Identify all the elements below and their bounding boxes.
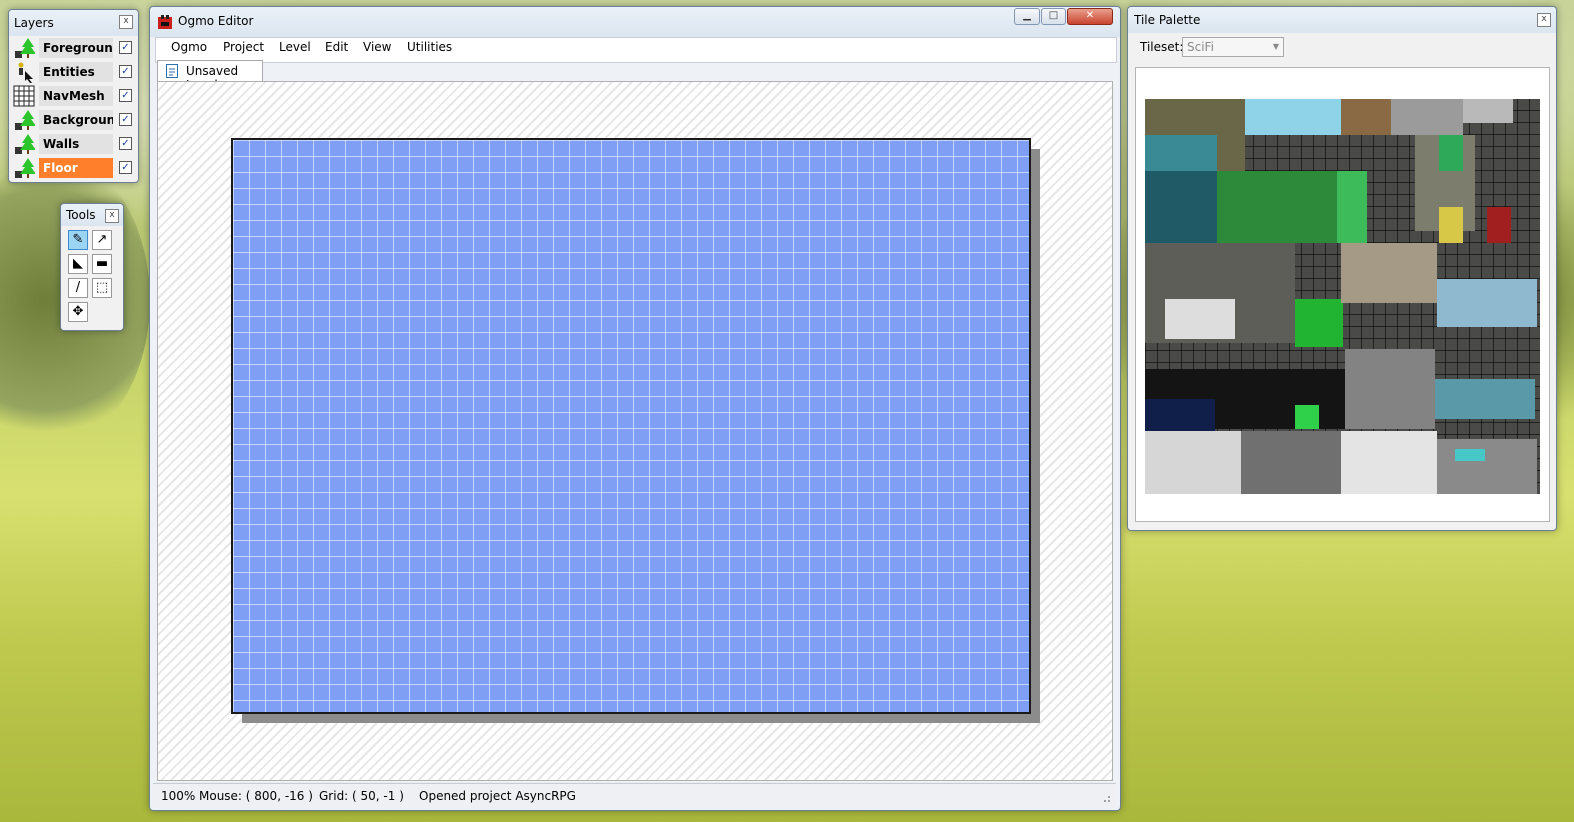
tileset-selected-value: SciFi: [1187, 40, 1214, 54]
tab-unsaved-level[interactable]: Unsaved Level: [157, 60, 263, 92]
layer-visibility-checkbox[interactable]: ✓: [119, 161, 132, 174]
menu-project[interactable]: Project: [223, 40, 264, 54]
select-icon: ⬚: [95, 280, 109, 295]
layer-row-floor[interactable]: Floor ✓: [13, 157, 133, 179]
tile-region: [1463, 99, 1513, 123]
mouse-status: Mouse: ( 800, -16 ): [199, 789, 313, 803]
tile-region: [1145, 135, 1217, 171]
layers-close-button[interactable]: x: [119, 15, 133, 29]
tools-titlebar[interactable]: Tools x: [61, 204, 123, 226]
tools-close-button[interactable]: x: [105, 209, 119, 223]
move-tool[interactable]: ✥: [68, 302, 88, 322]
layer-label: Floor: [39, 158, 113, 178]
level-grid[interactable]: [231, 138, 1031, 714]
rectangle-icon: ▬: [95, 256, 109, 271]
maximize-button[interactable]: □: [1041, 8, 1066, 25]
layer-visibility-checkbox[interactable]: ✓: [119, 137, 132, 150]
layer-row-entities[interactable]: Entities ✓: [13, 61, 133, 83]
zoom-status: 100%: [161, 789, 196, 803]
pencil-tool[interactable]: ✎: [68, 230, 88, 250]
arrow-tool[interactable]: ↗: [92, 230, 112, 250]
tile-region: [1217, 171, 1337, 243]
main-titlebar[interactable]: Ogmo Editor ▁ □ ✕: [150, 7, 1120, 37]
layers-titlebar[interactable]: Layers x: [9, 10, 138, 36]
rectangle-tool[interactable]: ▬: [92, 254, 112, 274]
fill-tool[interactable]: ◣: [68, 254, 88, 274]
menu-view[interactable]: View: [363, 40, 391, 54]
tileset-label: Tileset:: [1140, 40, 1184, 54]
tile-palette-title: Tile Palette: [1134, 13, 1201, 27]
tile-region: [1145, 399, 1215, 431]
layer-visibility-checkbox[interactable]: ✓: [119, 65, 132, 78]
arrow-icon: ↗: [96, 232, 108, 247]
app-icon: [158, 15, 172, 29]
tile-region: [1245, 99, 1341, 135]
layer-label: Walls: [39, 134, 113, 154]
grid-icon: [13, 85, 35, 107]
line-tool[interactable]: /: [68, 278, 88, 298]
fill-icon: ◣: [73, 256, 83, 271]
tile-region: [1341, 99, 1391, 135]
layers-title: Layers: [14, 16, 54, 30]
tile-region: [1295, 405, 1319, 429]
tile-region: [1435, 379, 1535, 419]
tools-panel: Tools x ✎ ↗ ◣ ▬ / ⬚ ✥: [60, 203, 124, 331]
resize-grip-icon[interactable]: [1101, 793, 1111, 803]
minimize-button[interactable]: ▁: [1014, 8, 1040, 25]
tile-region: [1487, 207, 1511, 243]
move-icon: ✥: [72, 304, 84, 319]
tile-region: [1439, 135, 1463, 171]
layer-label: NavMesh: [39, 86, 113, 106]
menu-edit[interactable]: Edit: [325, 40, 348, 54]
tile-region: [1437, 439, 1537, 494]
window-title: Ogmo Editor: [178, 14, 254, 28]
tile-region: [1145, 431, 1241, 494]
tile-region: [1241, 431, 1341, 494]
tile-region: [1337, 171, 1367, 243]
line-icon: /: [75, 280, 81, 295]
tile-region: [1295, 299, 1343, 347]
layer-visibility-checkbox[interactable]: ✓: [119, 113, 132, 126]
entity-icon: [18, 62, 33, 83]
layer-label: Backgroun_: [39, 110, 113, 130]
tileset-image[interactable]: [1145, 99, 1540, 494]
menu-ogmo[interactable]: Ogmo: [171, 40, 207, 54]
tile-region: [1391, 99, 1463, 135]
tree-icon: [15, 110, 35, 130]
tile-region: [1341, 243, 1437, 303]
layer-visibility-checkbox[interactable]: ✓: [119, 41, 132, 54]
tileset-select[interactable]: SciFi ▼: [1182, 37, 1284, 57]
tile-palette-titlebar[interactable]: Tile Palette x: [1128, 7, 1556, 33]
tree-icon: [15, 38, 35, 58]
layer-label: Entities: [39, 62, 113, 82]
message-status: Opened project AsyncRPG: [419, 789, 576, 803]
tile-region: [1437, 279, 1537, 327]
pencil-icon: ✎: [72, 232, 84, 247]
menu-level[interactable]: Level: [279, 40, 311, 54]
tile-palette-close-button[interactable]: x: [1537, 13, 1551, 27]
grid-status: Grid: ( 50, -1 ): [319, 789, 404, 803]
chevron-down-icon: ▼: [1272, 42, 1279, 51]
close-button[interactable]: ✕: [1067, 8, 1113, 25]
select-tool[interactable]: ⬚: [92, 278, 112, 298]
layer-row-navmesh[interactable]: NavMesh ✓: [13, 85, 133, 107]
tile-region: [1145, 171, 1217, 243]
layers-panel: Layers x Foreground_ ✓ Entities ✓ NavMes…: [8, 9, 139, 183]
layer-label: Foreground_: [39, 38, 113, 58]
tools-title: Tools: [66, 208, 96, 222]
tile-region: [1439, 207, 1463, 243]
layer-row-background[interactable]: Backgroun_ ✓: [13, 109, 133, 131]
tree-icon: [15, 134, 35, 154]
tile-region: [1345, 349, 1435, 429]
layer-row-walls[interactable]: Walls ✓: [13, 133, 133, 155]
layer-row-foreground[interactable]: Foreground_ ✓: [13, 37, 133, 59]
document-icon: [166, 64, 178, 78]
tile-region: [1341, 431, 1437, 494]
menu-utilities[interactable]: Utilities: [407, 40, 452, 54]
tree-icon: [15, 158, 35, 178]
layer-visibility-checkbox[interactable]: ✓: [119, 89, 132, 102]
tile-region: [1455, 449, 1485, 461]
tile-region: [1165, 299, 1235, 339]
